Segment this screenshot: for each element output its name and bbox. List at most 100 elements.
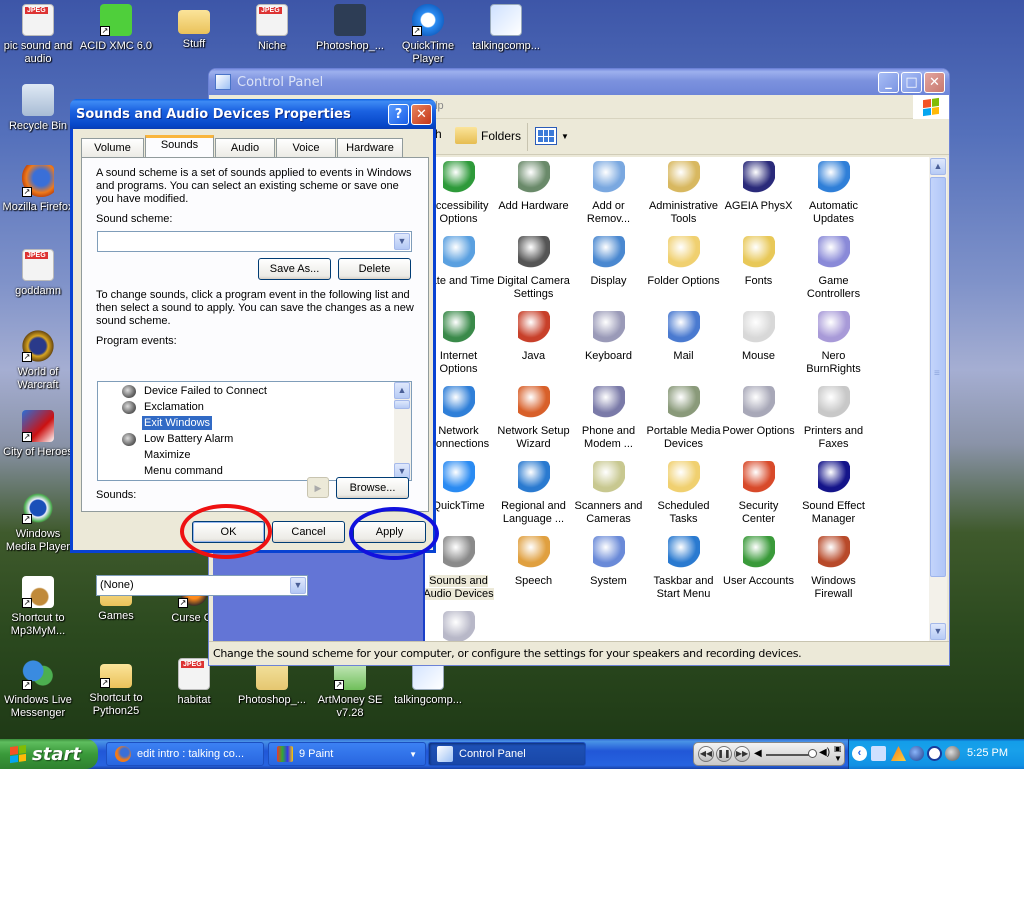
save-as-button[interactable]: Save As... xyxy=(258,258,331,280)
desktop-icon[interactable]: Photoshop_... xyxy=(312,4,388,53)
control-panel-item[interactable]: Mouse xyxy=(721,307,796,382)
desktop-icon[interactable]: talkingcomp... xyxy=(468,4,544,53)
program-event-item[interactable]: Exclamation xyxy=(142,400,206,414)
views-button[interactable]: ▼ xyxy=(535,127,569,145)
program-event-item[interactable]: Low Battery Alarm xyxy=(142,432,235,446)
program-event-item[interactable]: Device Failed to Connect xyxy=(142,384,269,398)
control-panel-item[interactable]: Windows Firewall xyxy=(796,532,871,607)
program-events-list[interactable]: ▲ ▼ Device Failed to Connect Exclamation E… xyxy=(97,381,412,481)
control-panel-item[interactable]: Display xyxy=(571,232,646,307)
chevron-down-icon[interactable]: ▼ xyxy=(290,577,306,594)
vlc-icon[interactable] xyxy=(891,746,906,761)
scroll-up-button[interactable]: ▲ xyxy=(394,382,410,399)
tab-hardware[interactable]: Hardware xyxy=(337,138,403,157)
control-panel-item[interactable]: Network Setup Wizard xyxy=(496,382,571,457)
chevron-down-icon[interactable]: ▼ xyxy=(394,233,410,250)
control-panel-item[interactable]: Game Controllers xyxy=(796,232,871,307)
program-event-item[interactable]: Menu command xyxy=(142,464,225,478)
events-scrollbar[interactable]: ▲ ▼ xyxy=(394,382,411,480)
play-sound-button[interactable]: ▶ xyxy=(307,477,329,498)
control-panel-item[interactable]: Mail xyxy=(646,307,721,382)
desktop-icon[interactable]: goddamn xyxy=(0,249,76,298)
dialog-titlebar[interactable]: Sounds and Audio Devices Properties ? ✕ xyxy=(70,99,436,129)
desktop-icon[interactable]: ↗ ArtMoney SE v7.28 xyxy=(312,658,388,720)
clock[interactable]: 5:25 PM xyxy=(967,747,1008,759)
show-hidden-icons-button[interactable]: ‹ xyxy=(852,746,867,761)
control-panel-item[interactable]: Administrative Tools xyxy=(646,157,721,232)
volume-icon[interactable] xyxy=(945,746,960,761)
control-panel-item[interactable]: System xyxy=(571,532,646,607)
control-panel-titlebar[interactable]: Control Panel _ □ ✕ xyxy=(209,69,949,95)
program-event-item[interactable]: Exit Windows xyxy=(142,416,213,430)
desktop-icon[interactable]: Stuff xyxy=(156,4,232,51)
tab-voice[interactable]: Voice xyxy=(276,138,336,157)
control-panel-item[interactable]: Power Options xyxy=(721,382,796,457)
pause-button[interactable]: ❚❚ xyxy=(716,746,732,762)
minimize-button[interactable]: _ xyxy=(878,71,899,93)
desktop-icon[interactable]: ↗ Mozilla Firefox xyxy=(0,165,76,214)
apply-button[interactable]: Apply xyxy=(353,521,426,543)
control-panel-item[interactable]: Nero BurnRights xyxy=(796,307,871,382)
control-panel-item[interactable]: Scheduled Tasks xyxy=(646,457,721,532)
bluetooth-icon[interactable] xyxy=(909,746,924,761)
sound-file-select[interactable]: (None) ▼ xyxy=(96,575,308,596)
wireless-network-icon[interactable] xyxy=(871,746,886,761)
control-panel-item[interactable]: Folder Options xyxy=(646,232,721,307)
control-panel-item[interactable]: Keyboard xyxy=(571,307,646,382)
desktop-icon[interactable]: ↗ Shortcut to Python25 xyxy=(78,658,154,718)
task-control-panel[interactable]: Control Panel xyxy=(428,742,586,766)
search-button[interactable]: h xyxy=(435,127,442,141)
control-panel-item[interactable]: User Accounts xyxy=(721,532,796,607)
desktop-icon[interactable]: Niche xyxy=(234,4,310,53)
cancel-button[interactable]: Cancel xyxy=(272,521,345,543)
control-panel-item[interactable]: Taskbar and Start Menu xyxy=(646,532,721,607)
device-icon[interactable] xyxy=(927,746,942,761)
tab-volume[interactable]: Volume xyxy=(81,138,144,157)
help-button[interactable]: ? xyxy=(388,103,409,125)
tab-audio[interactable]: Audio xyxy=(215,138,275,157)
control-panel-item[interactable]: Scanners and Cameras xyxy=(571,457,646,532)
control-panel-item[interactable]: Add Hardware xyxy=(496,157,571,232)
desktop-icon[interactable]: ↗ World of Warcraft xyxy=(0,330,76,392)
delete-button[interactable]: Delete xyxy=(338,258,411,280)
desktop-icon[interactable]: Recycle Bin xyxy=(0,84,76,133)
vertical-scrollbar[interactable]: ▲ ▼ xyxy=(929,157,947,641)
tab-sounds[interactable]: Sounds xyxy=(145,135,214,157)
control-panel-item[interactable]: AGEIA PhysX xyxy=(721,157,796,232)
desktop-icon[interactable]: pic sound and audio xyxy=(0,4,76,66)
control-panel-item[interactable]: Printers and Faxes xyxy=(796,382,871,457)
program-event-item[interactable]: Maximize xyxy=(142,448,192,462)
rewind-button[interactable]: ◀◀ xyxy=(698,746,714,762)
start-button[interactable]: start xyxy=(0,739,98,769)
folders-button[interactable]: Folders xyxy=(455,127,521,144)
control-panel-item[interactable]: Add or Remov... xyxy=(571,157,646,232)
control-panel-item[interactable]: Fonts xyxy=(721,232,796,307)
desktop-icon[interactable]: ↗ QuickTime Player xyxy=(390,4,466,66)
maximize-button[interactable]: □ xyxy=(901,71,922,93)
desktop-icon[interactable]: ↗ ACID XMC 6.0 xyxy=(78,4,154,53)
scroll-thumb[interactable] xyxy=(394,400,410,409)
scroll-thumb[interactable] xyxy=(930,177,946,577)
control-panel-item[interactable]: Regional and Language ... xyxy=(496,457,571,532)
desktop-icon[interactable]: ↗ Shortcut to Mp3MyM... xyxy=(0,576,76,638)
task-firefox[interactable]: edit intro : talking co... xyxy=(106,742,264,766)
close-button[interactable]: ✕ xyxy=(411,103,432,125)
control-panel-item[interactable]: Sound Effect Manager xyxy=(796,457,871,532)
volume-slider[interactable] xyxy=(766,754,814,756)
desktop-icon[interactable]: ↗ Windows Live Messenger xyxy=(0,658,76,720)
close-button[interactable]: ✕ xyxy=(924,71,945,93)
control-panel-item[interactable]: Security Center xyxy=(721,457,796,532)
control-panel-item[interactable] xyxy=(425,607,496,641)
desktop-icon[interactable]: ↗ City of Heroes xyxy=(0,410,76,459)
task-paint-group[interactable]: 9 Paint ▼ xyxy=(268,742,426,766)
restore-player-button[interactable]: ▣ ▼ xyxy=(834,744,842,764)
browse-button[interactable]: Browse... xyxy=(336,477,409,499)
scroll-up-button[interactable]: ▲ xyxy=(930,158,946,175)
forward-button[interactable]: ▶▶ xyxy=(734,746,750,762)
control-panel-item[interactable]: Speech xyxy=(496,532,571,607)
scroll-down-button[interactable]: ▼ xyxy=(930,623,946,640)
desktop-icon[interactable]: ↗ Windows Media Player xyxy=(0,492,76,554)
control-panel-item[interactable]: Automatic Updates xyxy=(796,157,871,232)
control-panel-item[interactable]: Portable Media Devices xyxy=(646,382,721,457)
control-panel-item[interactable]: Java xyxy=(496,307,571,382)
